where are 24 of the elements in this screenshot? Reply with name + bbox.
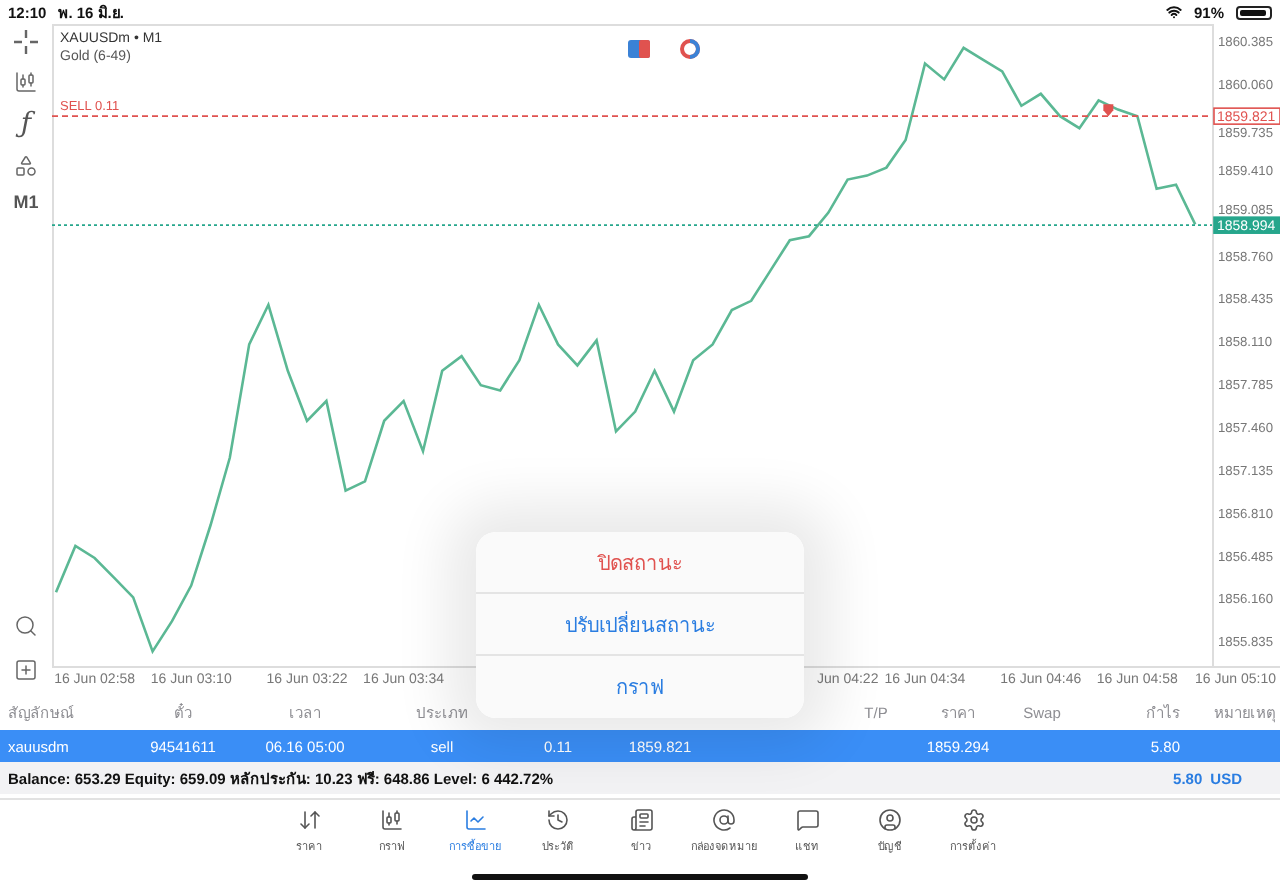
- ring-icon[interactable]: [680, 39, 700, 59]
- magnifier-icon[interactable]: [14, 614, 38, 638]
- shapes-icon[interactable]: [14, 154, 38, 178]
- user-icon: [878, 808, 902, 832]
- at-sign-icon: [712, 808, 736, 832]
- settings-icon: [961, 808, 985, 832]
- indicator-button[interactable]: ƒ: [20, 110, 32, 138]
- newspaper-icon: [629, 808, 653, 832]
- timeframe-button[interactable]: M1: [13, 194, 39, 212]
- menu-item[interactable]: กราฟ: [476, 656, 804, 718]
- candlestick-icon[interactable]: [14, 70, 38, 94]
- line-chart-icon: [463, 808, 487, 832]
- add-icon[interactable]: [14, 658, 38, 682]
- candlestick-icon: [380, 808, 404, 832]
- sell-marker-icon: [1103, 104, 1114, 117]
- chat-icon: [795, 808, 819, 832]
- menu-item[interactable]: ปรับเปลี่ยนสถานะ: [476, 594, 804, 656]
- trade-toggle-icon[interactable]: [628, 40, 650, 58]
- wifi-icon: [1165, 4, 1182, 20]
- crosshair-icon[interactable]: [14, 30, 38, 54]
- arrows-icon: [297, 808, 321, 832]
- history-icon: [546, 808, 570, 832]
- battery-icon: [1236, 5, 1272, 19]
- menu-item[interactable]: ปิดสถานะ: [476, 532, 804, 594]
